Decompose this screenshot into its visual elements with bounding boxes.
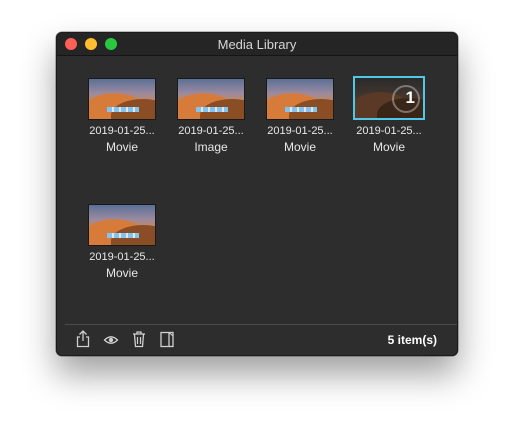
media-item[interactable]: 2019-01-25... Movie: [79, 78, 165, 154]
media-date: 2019-01-25...: [89, 125, 155, 137]
media-type: Image: [194, 140, 228, 154]
media-type: Movie: [105, 140, 138, 154]
sidebar-icon[interactable]: [159, 330, 175, 348]
media-type: Movie: [283, 140, 316, 154]
media-thumbnail[interactable]: [88, 78, 156, 120]
media-item-selected[interactable]: 1 2019-01-25... Movie: [346, 76, 432, 154]
title-bar[interactable]: Media Library: [57, 33, 457, 56]
selection-count-badge: 1: [405, 88, 415, 107]
media-thumbnail[interactable]: [88, 204, 156, 246]
media-item[interactable]: 2019-01-25... Movie: [79, 204, 165, 280]
media-item[interactable]: 2019-01-25... Movie: [257, 78, 343, 154]
media-date: 2019-01-25...: [89, 251, 155, 263]
media-thumbnail[interactable]: [177, 78, 245, 120]
media-grid: 2019-01-25... Movie 2019-01-25... Image …: [57, 56, 457, 321]
media-date: 2019-01-25...: [356, 125, 422, 137]
media-thumbnail[interactable]: [266, 78, 334, 120]
media-type: Movie: [372, 140, 405, 154]
trash-icon[interactable]: [131, 330, 147, 348]
item-count-label: 5 item(s): [387, 333, 437, 347]
media-item[interactable]: 2019-01-25... Image: [168, 78, 254, 154]
media-thumbnail[interactable]: 1: [353, 76, 425, 120]
media-date: 2019-01-25...: [178, 125, 244, 137]
eye-icon[interactable]: [103, 330, 119, 348]
footer-toolbar: 5 item(s): [57, 325, 457, 355]
window-title: Media Library: [217, 37, 297, 52]
media-library-window: Media Library 2019-01-25... Movie 2019-0…: [56, 32, 458, 356]
media-date: 2019-01-25...: [267, 125, 333, 137]
media-type: Movie: [105, 266, 138, 280]
share-icon[interactable]: [75, 330, 91, 348]
